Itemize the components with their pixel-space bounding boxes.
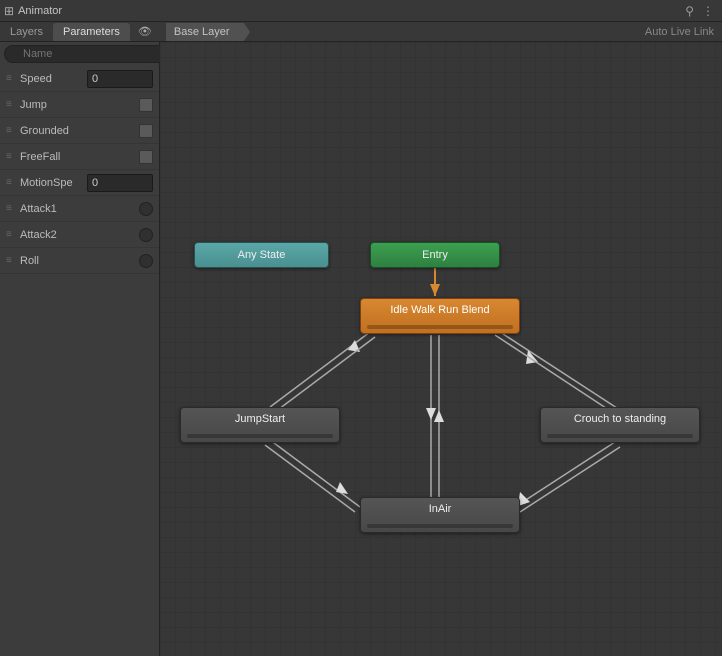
param-label: Roll xyxy=(20,255,139,267)
param-label: FreeFall xyxy=(20,151,139,163)
param-value-input[interactable] xyxy=(87,174,153,192)
node-any-state[interactable]: Any State xyxy=(194,242,329,268)
title-bar: ⊞ Animator ⚲ ⋮ xyxy=(0,0,722,22)
param-row-roll[interactable]: ≡ Roll xyxy=(0,248,159,274)
lock-open-icon[interactable]: ⚲ xyxy=(681,4,698,18)
transitions-layer xyxy=(160,42,722,656)
animator-icon: ⊞ xyxy=(4,4,14,18)
param-checkbox[interactable] xyxy=(139,150,153,164)
param-label: Attack1 xyxy=(20,203,139,215)
param-label: Jump xyxy=(20,99,139,111)
drag-handle-icon[interactable]: ≡ xyxy=(6,129,16,133)
param-label: MotionSpe xyxy=(20,177,87,189)
tab-layers[interactable]: Layers xyxy=(0,23,53,41)
param-checkbox[interactable] xyxy=(139,124,153,138)
drag-handle-icon[interactable]: ≡ xyxy=(6,181,16,185)
auto-live-link-button[interactable]: Auto Live Link xyxy=(637,24,722,40)
param-label: Attack2 xyxy=(20,229,139,241)
drag-handle-icon[interactable]: ≡ xyxy=(6,103,16,107)
drag-handle-icon[interactable]: ≡ xyxy=(6,259,16,263)
node-in-air[interactable]: InAir xyxy=(360,497,520,533)
tab-parameters[interactable]: Parameters xyxy=(53,23,130,41)
drag-handle-icon[interactable]: ≡ xyxy=(6,207,16,211)
param-value-input[interactable] xyxy=(87,70,153,88)
param-row-jump[interactable]: ≡ Jump xyxy=(0,92,159,118)
param-label: Grounded xyxy=(20,125,139,137)
kebab-menu-icon[interactable]: ⋮ xyxy=(698,4,718,18)
drag-handle-icon[interactable]: ≡ xyxy=(6,155,16,159)
param-row-grounded[interactable]: ≡ Grounded xyxy=(0,118,159,144)
param-checkbox[interactable] xyxy=(139,98,153,112)
param-trigger[interactable] xyxy=(139,202,153,216)
tab-bar: Layers Parameters 👁 Base Layer Auto Live… xyxy=(0,22,722,42)
param-row-freefall[interactable]: ≡ FreeFall xyxy=(0,144,159,170)
window-title: Animator xyxy=(18,5,62,17)
state-machine-graph[interactable]: Any State Entry Idle Walk Run Blend Jump… xyxy=(160,42,722,656)
node-crouch-to-standing[interactable]: Crouch to standing xyxy=(540,407,700,443)
param-row-attack2[interactable]: ≡ Attack2 xyxy=(0,222,159,248)
breadcrumb-base-layer[interactable]: Base Layer xyxy=(166,23,244,41)
node-entry[interactable]: Entry xyxy=(370,242,500,268)
visibility-icon[interactable]: 👁 xyxy=(138,25,152,38)
node-jump-start[interactable]: JumpStart xyxy=(180,407,340,443)
param-row-attack1[interactable]: ≡ Attack1 xyxy=(0,196,159,222)
param-row-motionspeed[interactable]: ≡ MotionSpe xyxy=(0,170,159,196)
node-idle-walk-run-blend[interactable]: Idle Walk Run Blend xyxy=(360,298,520,334)
param-row-speed[interactable]: ≡ Speed xyxy=(0,66,159,92)
drag-handle-icon[interactable]: ≡ xyxy=(6,233,16,237)
param-trigger[interactable] xyxy=(139,254,153,268)
parameter-search-input[interactable] xyxy=(4,45,172,63)
param-label: Speed xyxy=(20,73,87,85)
param-trigger[interactable] xyxy=(139,228,153,242)
parameters-panel: ⌕ +▼ ≡ Speed ≡ Jump ≡ Grounded ≡ FreeFal… xyxy=(0,42,160,656)
breadcrumb: Base Layer xyxy=(160,23,244,41)
drag-handle-icon[interactable]: ≡ xyxy=(6,77,16,81)
